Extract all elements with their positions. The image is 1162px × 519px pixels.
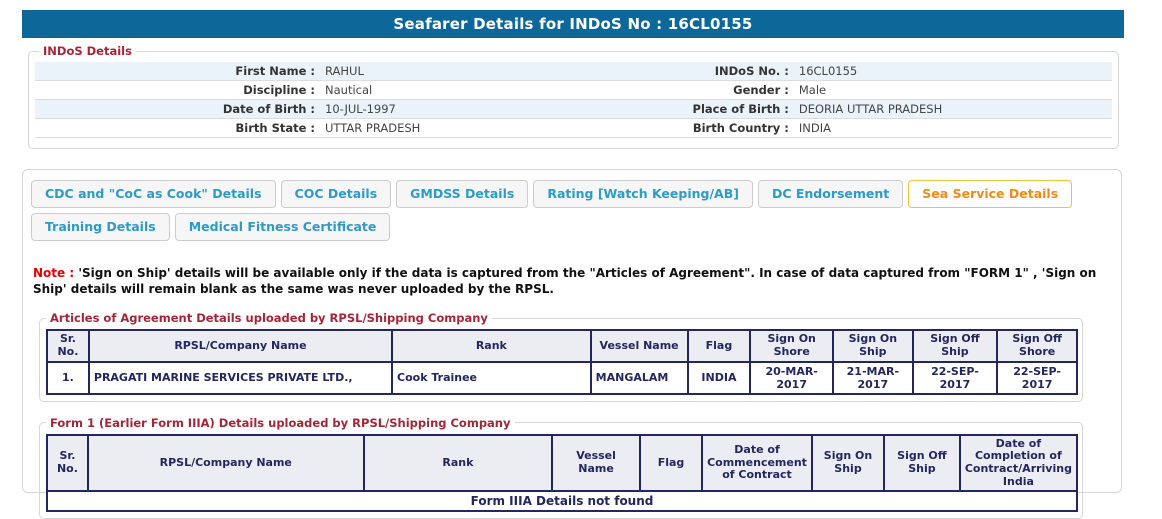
tab-cdc-coc-as-cook-details[interactable]: CDC and "CoC as Cook" Details [31,180,276,208]
column-header-date-of-completion: Date of Completion of Contract/Arriving … [960,435,1077,492]
tab-gmdss-details[interactable]: GMDSS Details [396,180,528,208]
form1-legend: Form 1 (Earlier Form IIIA) Details uploa… [46,416,515,430]
cell-sign-on-shore: 20-MAR-2017 [750,362,833,394]
column-header-sr-no: Sr. No. [47,330,89,361]
column-header-rpsl-company-name: RPSL/Company Name [88,435,364,492]
column-header-flag: Flag [688,330,751,361]
tab-medical-fitness-certificate[interactable]: Medical Fitness Certificate [175,213,391,241]
cell-rank: Cook Trainee [392,362,591,394]
column-header-vessel-name: Vessel Name [552,435,640,492]
info-row: Date of Birth : 10-JUL-1997 Place of Bir… [35,100,1112,119]
cell-sign-off-shore: 22-SEP-2017 [997,362,1077,394]
cell-sign-on-ship: 21-MAR-2017 [833,362,913,394]
articles-of-agreement-table: Sr. No. RPSL/Company Name Rank Vessel Na… [46,329,1078,394]
tab-rating-watch-keeping-ab[interactable]: Rating [Watch Keeping/AB] [533,180,753,208]
form1-table: Sr. No. RPSL/Company Name Rank Vessel Na… [46,434,1078,513]
column-header-rpsl-company-name: RPSL/Company Name [89,330,392,361]
column-header-date-of-commencement: Date of Commencement of Contract [702,435,812,492]
note-prefix: Note : [33,266,74,280]
form1-section: Form 1 (Earlier Form IIIA) Details uploa… [39,416,1083,519]
tab-bar: CDC and "CoC as Cook" Details COC Detail… [31,178,1113,241]
birth-state-value: UTTAR PRADESH [315,121,649,135]
place-of-birth-label: Place of Birth : [649,102,789,116]
cell-rpsl-company-name: PRAGATI MARINE SERVICES PRIVATE LTD., [89,362,392,394]
column-header-rank: Rank [392,330,591,361]
tab-sea-service-details[interactable]: Sea Service Details [908,180,1072,208]
page-title: Seafarer Details for INDoS No : 16CL0155 [22,10,1124,38]
column-header-vessel-name: Vessel Name [591,330,688,361]
date-of-birth-value: 10-JUL-1997 [315,102,649,116]
birth-state-label: Birth State : [35,121,315,135]
tab-dc-endorsement[interactable]: DC Endorsement [758,180,903,208]
place-of-birth-value: DEORIA UTTAR PRADESH [789,102,1112,116]
cell-flag: INDIA [688,362,751,394]
first-name-value: RAHUL [315,64,649,78]
gender-value: Male [789,83,1112,97]
cell-vessel-name: MANGALAM [591,362,688,394]
birth-country-value: INDIA [789,121,1112,135]
column-header-rank: Rank [364,435,553,492]
column-header-sign-on-shore: Sign On Shore [750,330,833,361]
tab-training-details[interactable]: Training Details [31,213,170,241]
indos-details-section: INDoS Details First Name : RAHUL INDoS N… [28,44,1119,149]
indos-no-label: INDoS No. : [649,64,789,78]
discipline-value: Nautical [315,83,649,97]
birth-country-label: Birth Country : [649,121,789,135]
column-header-flag: Flag [640,435,702,492]
tab-panel: CDC and "CoC as Cook" Details COC Detail… [22,169,1122,493]
date-of-birth-label: Date of Birth : [35,102,315,116]
indos-no-value: 16CL0155 [789,64,1112,78]
column-header-sign-on-ship: Sign On Ship [812,435,884,492]
table-row: Form IIIA Details not found [47,491,1077,511]
empty-message: Form IIIA Details not found [47,491,1077,511]
table-header-row: Sr. No. RPSL/Company Name Rank Vessel Na… [47,435,1077,492]
column-header-sign-off-shore: Sign Off Shore [997,330,1077,361]
note-body: 'Sign on Ship' details will be available… [33,266,1096,296]
discipline-label: Discipline : [35,83,315,97]
gender-label: Gender : [649,83,789,97]
note-text: Note : 'Sign on Ship' details will be av… [33,265,1107,297]
cell-sign-off-ship: 22-SEP-2017 [913,362,998,394]
articles-of-agreement-section: Articles of Agreement Details uploaded b… [39,311,1083,401]
first-name-label: First Name : [35,64,315,78]
tab-coc-details[interactable]: COC Details [281,180,392,208]
info-row: Birth State : UTTAR PRADESH Birth Countr… [35,119,1112,138]
info-row: Discipline : Nautical Gender : Male [35,81,1112,100]
articles-of-agreement-legend: Articles of Agreement Details uploaded b… [46,311,492,325]
indos-details-legend: INDoS Details [39,44,136,58]
column-header-sr-no: Sr. No. [47,435,88,492]
info-row: First Name : RAHUL INDoS No. : 16CL0155 [35,62,1112,81]
table-row: 1. PRAGATI MARINE SERVICES PRIVATE LTD.,… [47,362,1077,394]
column-header-sign-off-ship: Sign Off Ship [884,435,960,492]
cell-sr-no: 1. [47,362,89,394]
table-header-row: Sr. No. RPSL/Company Name Rank Vessel Na… [47,330,1077,361]
column-header-sign-off-ship: Sign Off Ship [913,330,998,361]
column-header-sign-on-ship: Sign On Ship [833,330,913,361]
